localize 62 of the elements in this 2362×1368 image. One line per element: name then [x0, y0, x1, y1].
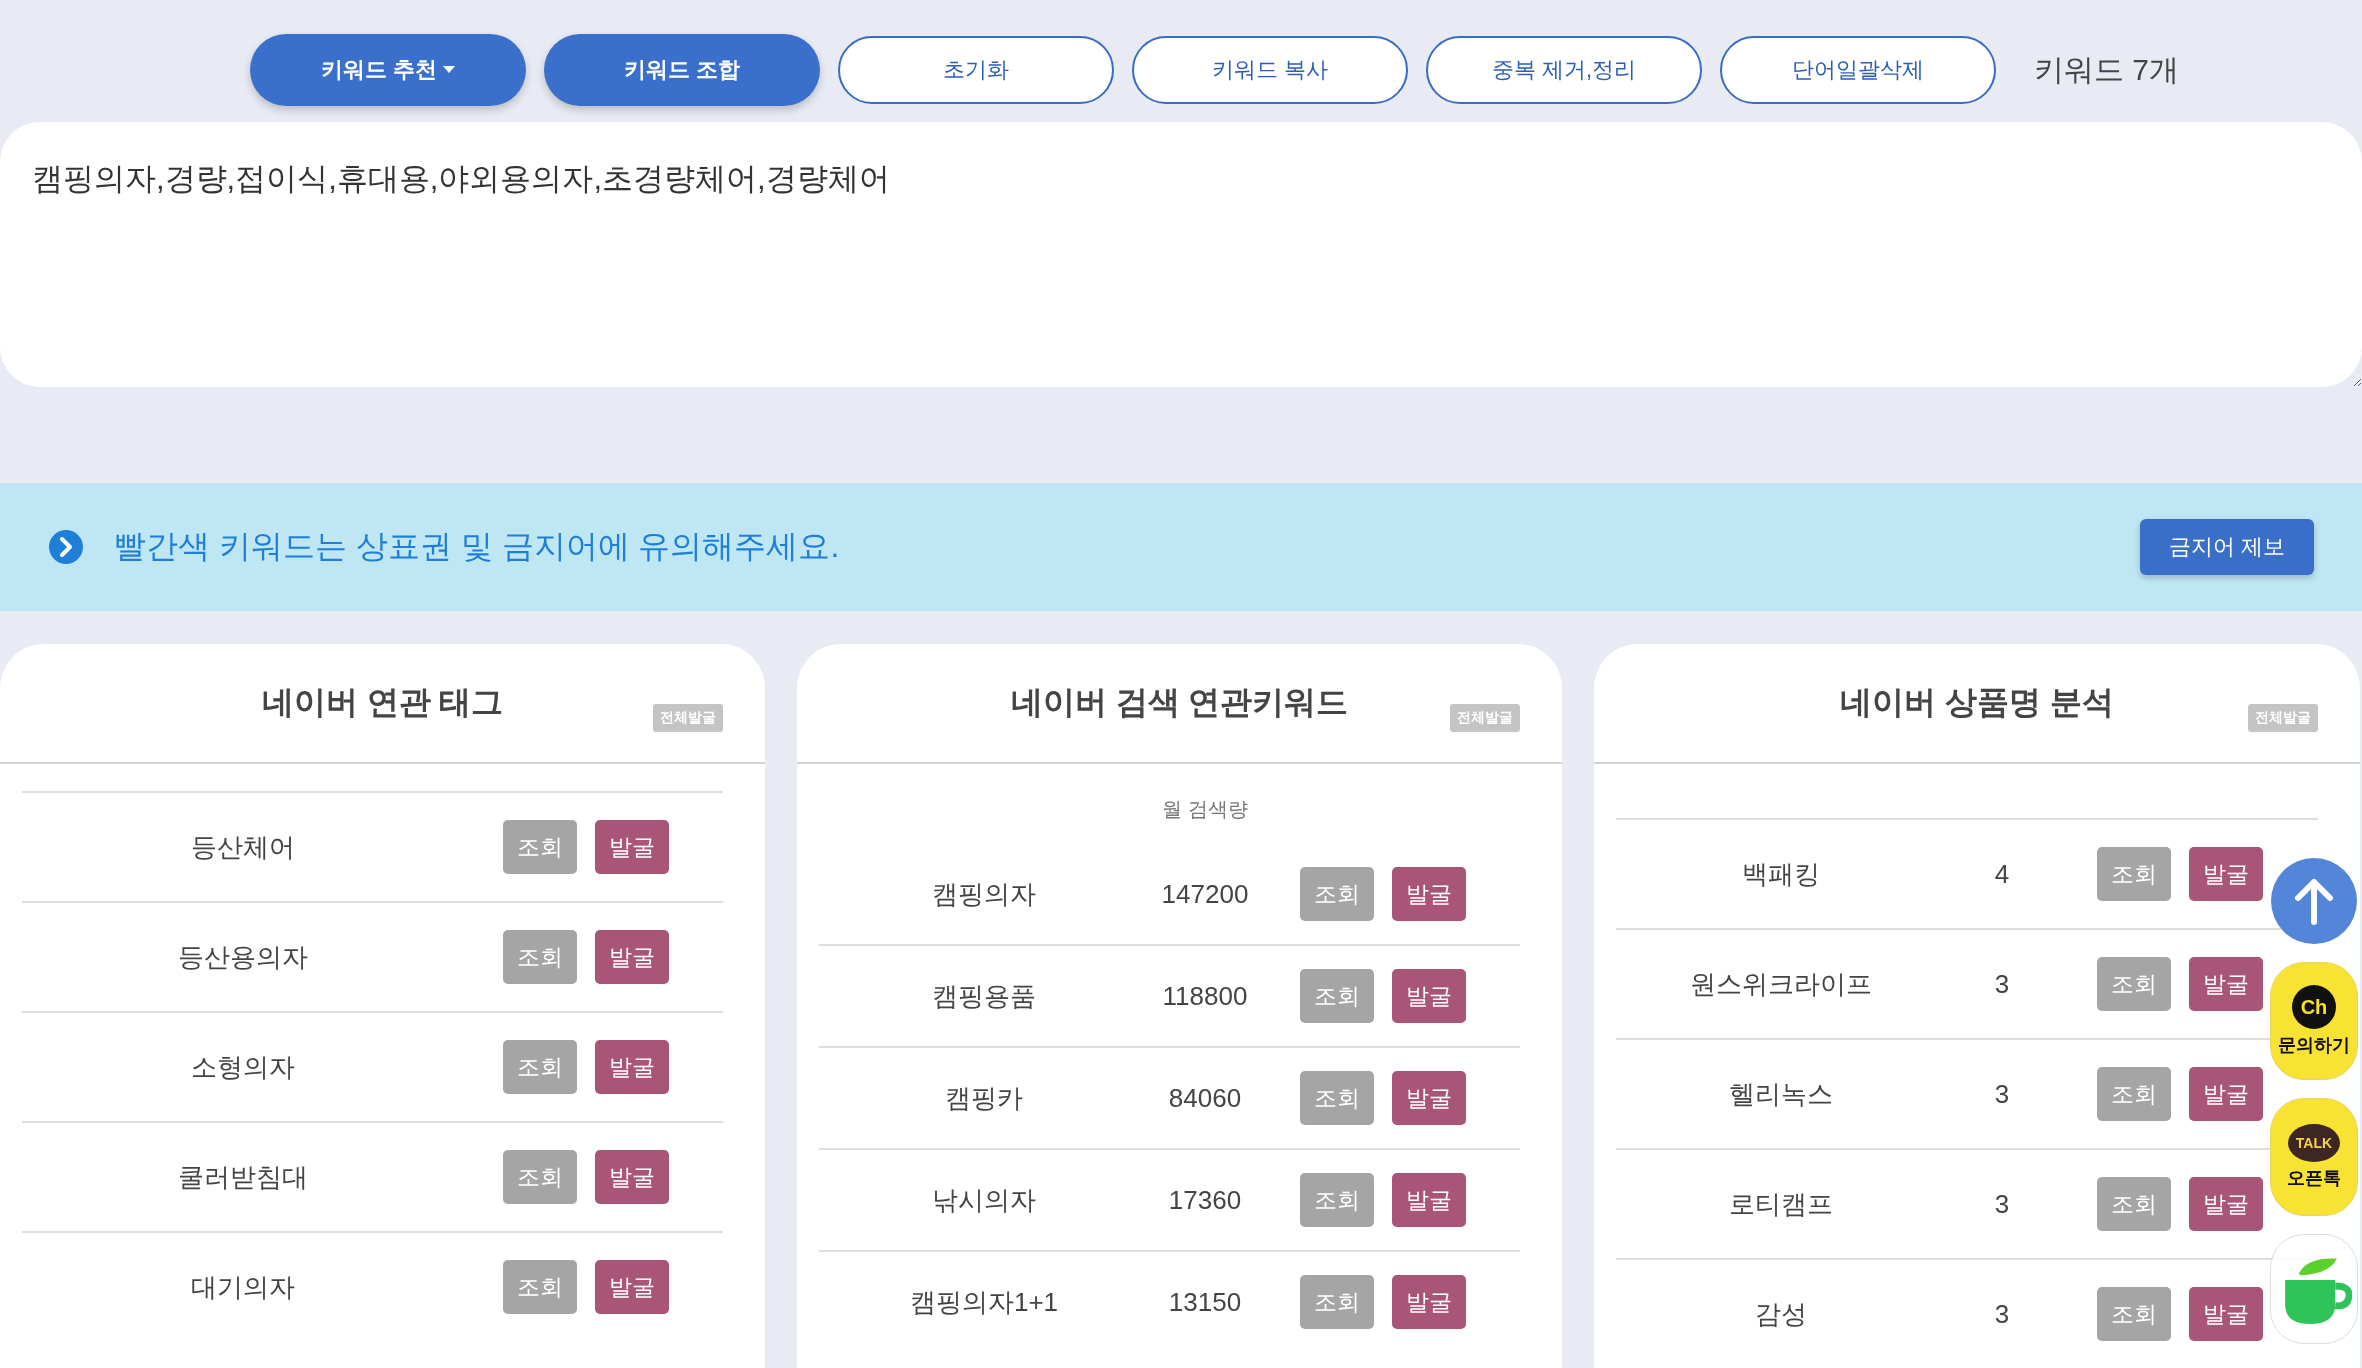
- keyword-cell-text: 헬리녹스: [1728, 1077, 1834, 1111]
- dig-button[interactable]: 발굴: [595, 820, 669, 874]
- keyword-cell-text: 소형의자: [190, 1050, 296, 1084]
- dig-button[interactable]: 발굴: [1392, 867, 1466, 921]
- keyword-field[interactable]: 캠핑의자,경량,접이식,휴대용,야외용의자,초경량체어,경량체어: [0, 122, 2362, 387]
- toolbar-button[interactable]: 초기화: [838, 36, 1114, 104]
- keyword-cell-text: 등산용의자: [177, 940, 309, 974]
- chevron-circle-icon: [48, 528, 84, 565]
- dig-button[interactable]: 발굴: [1392, 969, 1466, 1023]
- caret-icon: [443, 66, 456, 74]
- keyword-cell-text: 캠핑카: [944, 1081, 1024, 1115]
- open-chat-button[interactable]: TALK 오픈톡: [2270, 1098, 2358, 1216]
- cup-app-button[interactable]: [2270, 1234, 2358, 1344]
- keyword-cell-text: 낚시의자: [931, 1183, 1037, 1217]
- keyword-cell-text: 감성: [1754, 1297, 1808, 1331]
- keyword-cell-text: 원스위크라이프: [1689, 967, 1873, 1001]
- count-cell-text: 17360: [1167, 1184, 1243, 1216]
- dig-button[interactable]: 발굴: [2189, 1067, 2263, 1121]
- keyword-cell-text: 쿨러받침대: [177, 1160, 309, 1194]
- chat-bubble-icon: Ch: [2292, 985, 2336, 1029]
- dig-button[interactable]: 발굴: [2189, 957, 2263, 1011]
- dig-button[interactable]: 발굴: [1392, 1071, 1466, 1125]
- keyword-cell-text: 캠핑용품: [931, 979, 1037, 1013]
- count-cell-text: 84060: [1167, 1082, 1243, 1114]
- inquiry-button[interactable]: Ch 문의하기: [2270, 962, 2358, 1080]
- keyword-cell-text: 로티캠프: [1728, 1187, 1834, 1221]
- keyword-cell-text: 대기의자: [190, 1270, 296, 1304]
- count-cell-text: 3: [1993, 1298, 2011, 1330]
- keyword-count: 키워드 7개: [2034, 51, 2180, 88]
- keyword-cell-text: 등산체어: [190, 830, 296, 864]
- count-cell-text: 4: [1993, 858, 2011, 890]
- count-cell-text: 3: [1993, 1188, 2011, 1220]
- toolbar-button[interactable]: 키워드 복사: [1132, 36, 1408, 104]
- count-cell-text: 118800: [1161, 980, 1249, 1012]
- count-cell-text: 3: [1993, 1078, 2011, 1110]
- panel-title: 네이버 검색 연관키워드: [1010, 683, 1349, 722]
- toolbar-button[interactable]: 키워드 조합: [544, 34, 820, 106]
- keyword-cell-text: 캠핑의자: [931, 877, 1037, 911]
- panel-title: 네이버 연관 태그: [261, 683, 504, 722]
- count-cell-text: 3: [1993, 968, 2011, 1000]
- dropdown-button[interactable]: 키워드 추천: [250, 34, 526, 106]
- dig-button[interactable]: 발굴: [595, 1260, 669, 1314]
- dig-button[interactable]: 발굴: [1392, 1275, 1466, 1329]
- keyword-cell-text: 백패킹: [1741, 857, 1821, 891]
- notice-text: 빨간색 키워드는 상표권 및 금지어에 유의해주세요.: [114, 526, 841, 566]
- report-button[interactable]: 금지어 제보: [2140, 518, 2314, 575]
- dig-button[interactable]: 발굴: [2189, 1287, 2263, 1341]
- arrow-up-icon: [2292, 876, 2336, 926]
- toolbar-button[interactable]: 단어일괄삭제: [1720, 36, 1996, 104]
- toolbar-button[interactable]: 중복 제거,정리: [1426, 36, 1702, 104]
- dig-button[interactable]: 발굴: [595, 1150, 669, 1204]
- dig-button[interactable]: 발굴: [595, 1040, 669, 1094]
- dig-button[interactable]: 발굴: [2189, 847, 2263, 901]
- count-cell-text: 147200: [1160, 878, 1250, 910]
- panel-title: 네이버 상품명 분석: [1840, 683, 2114, 722]
- chat-bubble-icon: TALK: [2288, 1124, 2340, 1162]
- dig-button[interactable]: 발굴: [1392, 1173, 1466, 1227]
- column-header: 월 검색량: [1161, 797, 1249, 822]
- keyword-cell-text: 캠핑의자1+1: [908, 1285, 1060, 1319]
- dig-button[interactable]: 발굴: [595, 930, 669, 984]
- count-cell-text: 13150: [1167, 1286, 1243, 1318]
- dig-button[interactable]: 발굴: [2189, 1177, 2263, 1231]
